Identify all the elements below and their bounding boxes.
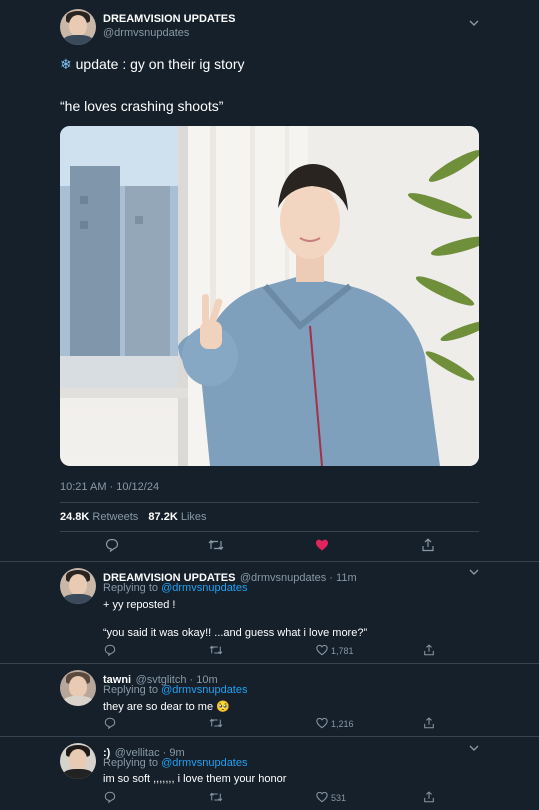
reply-like-count[interactable]: 1,216 — [331, 719, 354, 729]
author-avatar[interactable] — [60, 9, 96, 45]
replying-to: Replying to @drmvsnupdates — [103, 582, 248, 594]
reply-text-line-1: im so soft ,,,,,,, i love them your hono… — [103, 773, 287, 785]
like-count[interactable]: 87.2K — [148, 511, 177, 523]
chevron-down-icon[interactable] — [469, 567, 479, 580]
reply-text-line-2: “you said it was okay!! ...and guess wha… — [103, 627, 368, 639]
divider — [0, 736, 539, 737]
divider — [0, 663, 539, 664]
reply-meta[interactable]: @drmvsnupdates · 11m — [240, 572, 357, 584]
share-icon[interactable] — [423, 717, 435, 729]
reply-icon[interactable] — [104, 791, 116, 803]
like-icon[interactable] — [316, 717, 328, 729]
reply-like-count[interactable]: 531 — [331, 793, 346, 803]
share-icon[interactable] — [423, 644, 435, 656]
reply-text-line-1: + yy reposted ! — [103, 599, 176, 611]
tweet-photo[interactable] — [60, 126, 479, 466]
tweet-text-line-2: “he loves crashing shoots” — [60, 98, 224, 114]
retweet-icon[interactable] — [209, 791, 223, 803]
replying-to-link[interactable]: @drmvsnupdates — [161, 757, 247, 769]
reply-like-count[interactable]: 1,781 — [331, 646, 354, 656]
author-name[interactable]: DREAMVISION UPDATES — [103, 13, 235, 25]
share-icon[interactable] — [423, 791, 435, 803]
replying-to: Replying to @drmvsnupdates — [103, 757, 248, 769]
replying-to-link[interactable]: @drmvsnupdates — [161, 684, 247, 696]
replying-to: Replying to @drmvsnupdates — [103, 684, 248, 696]
reply-icon[interactable] — [105, 538, 119, 552]
share-icon[interactable] — [421, 538, 435, 552]
tweet-timestamp[interactable]: 10:21 AM · 10/12/24 — [60, 481, 159, 493]
retweet-icon[interactable] — [209, 644, 223, 656]
tweet-stats: 24.8K Retweets 87.2K Likes — [60, 511, 207, 523]
reply-avatar[interactable] — [60, 568, 96, 604]
chevron-down-icon[interactable] — [469, 18, 479, 31]
author-handle[interactable]: @drmvsnupdates — [103, 27, 189, 39]
like-icon[interactable] — [316, 791, 328, 803]
photo-illustration — [60, 126, 479, 466]
reply-icon[interactable] — [104, 717, 116, 729]
retweet-icon[interactable] — [208, 538, 224, 552]
chevron-down-icon[interactable] — [469, 743, 479, 756]
reply-avatar[interactable] — [60, 743, 96, 779]
reply-text-line-1: they are so dear to me 🥺 — [103, 701, 230, 713]
like-icon[interactable] — [316, 644, 328, 656]
divider — [60, 502, 479, 503]
divider — [0, 561, 539, 562]
retweets-label[interactable]: Retweets — [92, 511, 138, 523]
like-icon[interactable] — [315, 538, 329, 552]
retweet-count[interactable]: 24.8K — [60, 511, 89, 523]
reply-icon[interactable] — [104, 644, 116, 656]
snowflake-icon: ❄ — [60, 56, 72, 72]
reply-avatar[interactable] — [60, 670, 96, 706]
replying-to-link[interactable]: @drmvsnupdates — [161, 582, 247, 594]
tweet-text-line-1: ❄ update : gy on their ig story — [60, 56, 245, 72]
likes-label[interactable]: Likes — [181, 511, 207, 523]
tweet-detail-page: DREAMVISION UPDATES @drmvsnupdates ❄ upd… — [0, 0, 539, 810]
retweet-icon[interactable] — [209, 717, 223, 729]
divider — [60, 531, 479, 532]
